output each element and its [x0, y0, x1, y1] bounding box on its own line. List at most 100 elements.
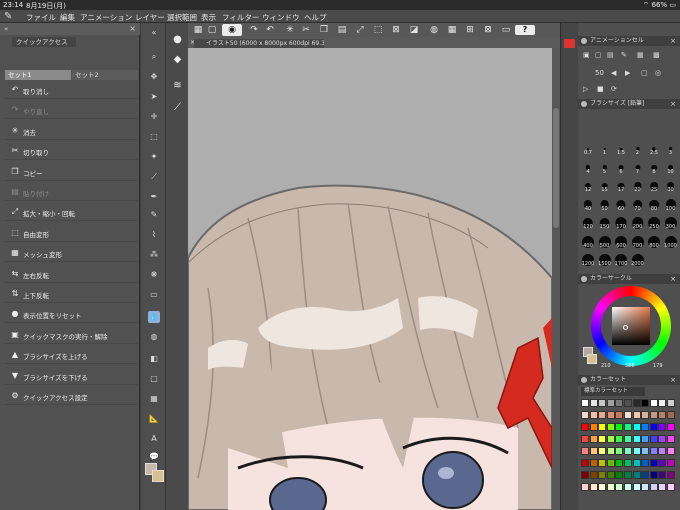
- cel-tool-icon-4[interactable]: ✎: [621, 51, 627, 59]
- color-swatch[interactable]: [598, 447, 607, 455]
- quick-access-item-undo[interactable]: ↶ 取り消し: [5, 81, 140, 99]
- color-swatch[interactable]: [658, 435, 667, 443]
- menu-item-8[interactable]: ヘルプ: [304, 12, 327, 23]
- color-swatch[interactable]: [632, 423, 641, 431]
- brush-size-option[interactable]: 60: [613, 197, 629, 212]
- brush-size-option[interactable]: 2000: [630, 252, 646, 267]
- color-set-selector[interactable]: 標準カラーセット: [581, 387, 645, 396]
- quick-access-item-cut[interactable]: ✂ 切り取り: [5, 142, 140, 161]
- brush-size-panel-header[interactable]: ブラシサイズ [鉛筆] ×: [578, 99, 680, 109]
- brush-size-option[interactable]: 15: [597, 178, 613, 193]
- color-swatch[interactable]: [667, 411, 675, 419]
- color-swatch[interactable]: [632, 399, 641, 407]
- brush-size-option[interactable]: 250: [646, 215, 662, 230]
- select-all-icon[interactable]: ⬚: [372, 24, 384, 36]
- cel-play-icon[interactable]: ▷: [583, 85, 588, 93]
- color-swatch[interactable]: [624, 399, 632, 407]
- saturation-value-square[interactable]: [612, 307, 650, 345]
- blend-tool-icon[interactable]: 💧: [148, 311, 160, 323]
- quick-access-item-flip-horizontal[interactable]: ⇆ 左右反転: [5, 265, 140, 283]
- brush-size-option[interactable]: 10: [663, 160, 679, 175]
- cut-icon[interactable]: ✂: [300, 24, 312, 36]
- color-swatch[interactable]: [624, 471, 632, 479]
- brush-size-option[interactable]: 1000: [663, 234, 679, 249]
- operation-tool-icon[interactable]: ➤: [148, 91, 160, 103]
- stroke-icon[interactable]: ⟋: [170, 101, 185, 115]
- menu-item-0[interactable]: ファイル: [26, 12, 56, 23]
- color-swatch[interactable]: [649, 447, 658, 455]
- color-swatch[interactable]: [581, 447, 589, 455]
- brush-size-option[interactable]: 100: [663, 197, 679, 212]
- cel-onion-icon[interactable]: ◎: [655, 69, 661, 77]
- color-swatch[interactable]: [589, 411, 598, 419]
- mask-icon[interactable]: ⊞: [464, 24, 476, 36]
- brush-size-option[interactable]: 120: [580, 215, 596, 230]
- color-swatch[interactable]: [606, 471, 615, 479]
- help-button[interactable]: ?: [515, 25, 535, 35]
- color-swatch[interactable]: [632, 483, 641, 491]
- color-swatch[interactable]: [641, 459, 650, 467]
- color-swatch[interactable]: [589, 423, 598, 431]
- color-swatch[interactable]: [658, 423, 667, 431]
- color-swatch[interactable]: [632, 459, 641, 467]
- layer-icon[interactable]: ▭: [500, 24, 512, 36]
- color-swatch[interactable]: [581, 423, 589, 431]
- color-swatch[interactable]: [658, 411, 667, 419]
- color-swatch[interactable]: [606, 423, 615, 431]
- spray-icon[interactable]: ◆: [170, 53, 185, 67]
- collapse-tools-icon[interactable]: «: [148, 27, 160, 39]
- brush-size-option[interactable]: 1: [597, 141, 613, 156]
- animation-panel-close-icon[interactable]: ×: [670, 36, 676, 46]
- brush-size-option[interactable]: 800: [646, 234, 662, 249]
- brush-size-option[interactable]: 1500: [597, 252, 613, 267]
- color-set-panel-header[interactable]: カラーセット ×: [578, 375, 680, 385]
- color-swatch[interactable]: [598, 435, 607, 443]
- invert-selection-icon[interactable]: ◪: [408, 24, 420, 36]
- brush-size-option[interactable]: 400: [580, 234, 596, 249]
- color-swatch[interactable]: [632, 447, 641, 455]
- color-swatch[interactable]: [615, 459, 624, 467]
- cel-tool-icon-3[interactable]: ▤: [607, 51, 614, 59]
- fill-icon[interactable]: ◍: [428, 24, 440, 36]
- color-swatch[interactable]: [624, 411, 632, 419]
- color-swatch[interactable]: [649, 399, 658, 407]
- cel-frame-icon[interactable]: ▢: [641, 69, 648, 77]
- brush-size-option[interactable]: 5: [597, 160, 613, 175]
- app-logo-icon[interactable]: ✎: [4, 11, 15, 22]
- color-swatch[interactable]: [624, 459, 632, 467]
- mesh-icon[interactable]: ▦: [446, 24, 458, 36]
- sub-color-swatch[interactable]: [152, 470, 164, 482]
- color-swatch[interactable]: [632, 411, 641, 419]
- menu-item-7[interactable]: ウィンドウ: [262, 12, 300, 23]
- brush-size-option[interactable]: 300: [663, 215, 679, 230]
- color-swatch[interactable]: [667, 459, 675, 467]
- color-swatch[interactable]: [641, 399, 650, 407]
- color-swatch[interactable]: [641, 423, 650, 431]
- color-swatch[interactable]: [641, 435, 650, 443]
- color-swatch[interactable]: [598, 471, 607, 479]
- quick-access-item-erase[interactable]: ✳ 消去: [5, 122, 140, 140]
- brush-size-option[interactable]: 150: [597, 215, 613, 230]
- brush-size-option[interactable]: 40: [580, 197, 596, 212]
- color-swatch[interactable]: [641, 447, 650, 455]
- menu-item-4[interactable]: 選択範囲: [167, 12, 197, 23]
- brush-size-close-icon[interactable]: ×: [670, 99, 676, 109]
- quick-access-item-redo[interactable]: ↷ やり直し: [5, 101, 140, 120]
- color-swatch[interactable]: [589, 399, 598, 407]
- grid-icon[interactable]: ▦: [192, 24, 204, 36]
- quick-access-item-scale-rotate[interactable]: ⤢ 拡大・縮小・回転: [5, 203, 140, 222]
- brush-size-option[interactable]: 30: [663, 178, 679, 193]
- brush-size-option[interactable]: 2: [630, 141, 646, 156]
- ruler-tool-icon[interactable]: 📐: [148, 413, 160, 425]
- color-swatch[interactable]: [581, 411, 589, 419]
- menu-item-3[interactable]: レイヤー: [135, 12, 165, 23]
- quick-access-item-brush-size-up[interactable]: ▲ ブラシサイズを上げる: [5, 346, 140, 365]
- color-swatch[interactable]: [606, 459, 615, 467]
- pencil-tool-icon[interactable]: ✎: [148, 209, 160, 221]
- brush-size-option[interactable]: 50: [597, 197, 613, 212]
- color-swatch[interactable]: [667, 483, 675, 491]
- collapse-icon[interactable]: «: [4, 25, 8, 33]
- cel-number[interactable]: 50: [595, 69, 604, 77]
- fill-tool-icon[interactable]: ◍: [148, 331, 160, 343]
- quick-access-item-free-transform[interactable]: ⬚ 自由変形: [5, 224, 140, 242]
